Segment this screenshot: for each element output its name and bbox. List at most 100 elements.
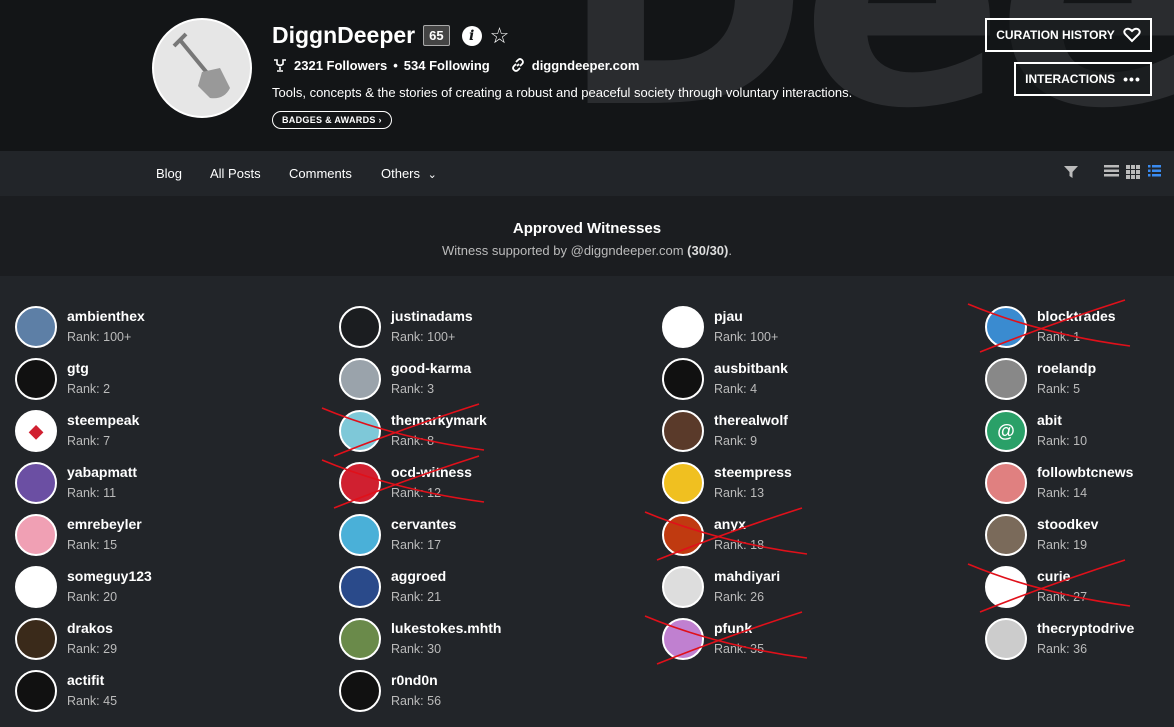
witness-name[interactable]: mahdiyari [714, 568, 780, 584]
witness-avatar[interactable] [339, 670, 381, 712]
witness-item[interactable]: mahdiyari Rank: 26 [662, 566, 780, 610]
witness-item[interactable]: anyx Rank: 18 [662, 514, 764, 558]
witness-item[interactable]: lukestokes.mhth Rank: 30 [339, 618, 501, 662]
witness-item[interactable]: @ abit Rank: 10 [985, 410, 1087, 454]
witness-name[interactable]: blocktrades [1037, 308, 1116, 324]
witness-item[interactable]: thecryptodrive Rank: 36 [985, 618, 1134, 662]
witness-name[interactable]: lukestokes.mhth [391, 620, 501, 636]
witness-name[interactable]: ausbitbank [714, 360, 788, 376]
witness-name[interactable]: emrebeyler [67, 516, 142, 532]
witness-avatar[interactable] [15, 358, 57, 400]
witness-item[interactable]: ambienthex Rank: 100+ [15, 306, 145, 350]
witness-avatar[interactable] [339, 306, 381, 348]
witness-item[interactable]: cervantes Rank: 17 [339, 514, 456, 558]
witness-item[interactable]: therealwolf Rank: 9 [662, 410, 788, 454]
witness-item[interactable]: curie Rank: 27 [985, 566, 1087, 610]
witness-avatar[interactable] [339, 410, 381, 452]
witness-item[interactable]: roelandp Rank: 5 [985, 358, 1096, 402]
witness-name[interactable]: r0nd0n [391, 672, 441, 688]
witness-avatar[interactable]: ◆ [15, 410, 57, 452]
interactions-button[interactable]: INTERACTIONS ••• [1014, 62, 1152, 96]
witness-avatar[interactable]: @ [985, 410, 1027, 452]
witness-avatar[interactable] [339, 566, 381, 608]
witness-name[interactable]: pjau [714, 308, 778, 324]
witness-avatar[interactable] [15, 670, 57, 712]
witness-name[interactable]: stoodkev [1037, 516, 1098, 532]
following-count[interactable]: 534 Following [404, 58, 490, 73]
witness-item[interactable]: followbtcnews Rank: 14 [985, 462, 1133, 506]
witness-name[interactable]: drakos [67, 620, 117, 636]
witness-avatar[interactable] [339, 618, 381, 660]
witness-avatar[interactable] [339, 462, 381, 504]
witness-item[interactable]: drakos Rank: 29 [15, 618, 117, 662]
witness-item[interactable]: actifit Rank: 45 [15, 670, 117, 714]
profile-avatar[interactable] [152, 18, 252, 118]
witness-avatar[interactable] [662, 306, 704, 348]
info-icon[interactable]: i [461, 25, 482, 46]
witness-avatar[interactable] [985, 566, 1027, 608]
filter-button[interactable] [1063, 165, 1079, 179]
grid-view-button[interactable] [1126, 165, 1140, 179]
witness-avatar[interactable] [985, 462, 1027, 504]
website-link[interactable]: diggndeeper.com [510, 57, 639, 73]
witness-item[interactable]: emrebeyler Rank: 15 [15, 514, 142, 558]
tab-blog[interactable]: Blog [156, 166, 182, 181]
witness-avatar[interactable] [985, 358, 1027, 400]
witness-item[interactable]: themarkymark Rank: 8 [339, 410, 487, 454]
tab-all-posts[interactable]: All Posts [210, 166, 261, 181]
witness-item[interactable]: aggroed Rank: 21 [339, 566, 446, 610]
witness-name[interactable]: thecryptodrive [1037, 620, 1134, 636]
badges-awards-button[interactable]: BADGES & AWARDS › [272, 111, 392, 129]
witness-avatar[interactable] [15, 618, 57, 660]
witness-name[interactable]: someguy123 [67, 568, 152, 584]
witness-avatar[interactable] [662, 618, 704, 660]
witness-item[interactable]: stoodkev Rank: 19 [985, 514, 1098, 558]
witness-item[interactable]: gtg Rank: 2 [15, 358, 110, 402]
witness-avatar[interactable] [662, 462, 704, 504]
witness-name[interactable]: yabapmatt [67, 464, 137, 480]
witness-item[interactable]: good-karma Rank: 3 [339, 358, 471, 402]
witness-name[interactable]: pfunk [714, 620, 764, 636]
witness-name[interactable]: actifit [67, 672, 117, 688]
witness-item[interactable]: someguy123 Rank: 20 [15, 566, 152, 610]
witness-name[interactable]: curie [1037, 568, 1087, 584]
witness-avatar[interactable] [985, 618, 1027, 660]
list-view-button[interactable] [1104, 165, 1119, 177]
witness-avatar[interactable] [662, 514, 704, 556]
witness-name[interactable]: cervantes [391, 516, 456, 532]
witness-avatar[interactable] [15, 566, 57, 608]
witness-avatar[interactable] [15, 462, 57, 504]
witness-name[interactable]: justinadams [391, 308, 473, 324]
tab-others[interactable]: Others ⌄ [381, 166, 437, 181]
witness-name[interactable]: anyx [714, 516, 764, 532]
witness-name[interactable]: abit [1037, 412, 1087, 428]
witness-item[interactable]: pfunk Rank: 35 [662, 618, 764, 662]
witness-item[interactable]: steempress Rank: 13 [662, 462, 792, 506]
witness-item[interactable]: yabapmatt Rank: 11 [15, 462, 137, 506]
witness-avatar[interactable] [662, 410, 704, 452]
witness-item[interactable]: pjau Rank: 100+ [662, 306, 778, 350]
witness-name[interactable]: roelandp [1037, 360, 1096, 376]
witness-avatar[interactable] [339, 358, 381, 400]
followers-count[interactable]: 2321 Followers [294, 58, 387, 73]
witness-name[interactable]: followbtcnews [1037, 464, 1133, 480]
witness-name[interactable]: gtg [67, 360, 110, 376]
witness-name[interactable]: ocd-witness [391, 464, 472, 480]
witness-item[interactable]: ausbitbank Rank: 4 [662, 358, 788, 402]
witness-avatar[interactable] [985, 514, 1027, 556]
witness-avatar[interactable] [662, 358, 704, 400]
witness-name[interactable]: steempeak [67, 412, 139, 428]
witness-item[interactable]: justinadams Rank: 100+ [339, 306, 473, 350]
witness-avatar[interactable] [662, 566, 704, 608]
witness-name[interactable]: therealwolf [714, 412, 788, 428]
witness-item[interactable]: r0nd0n Rank: 56 [339, 670, 441, 714]
witness-avatar[interactable] [985, 306, 1027, 348]
tab-comments[interactable]: Comments [289, 166, 352, 181]
witness-avatar[interactable] [339, 514, 381, 556]
compact-view-button[interactable] [1148, 165, 1161, 177]
witness-item[interactable]: ocd-witness Rank: 12 [339, 462, 472, 506]
witness-name[interactable]: aggroed [391, 568, 446, 584]
witness-avatar[interactable] [15, 514, 57, 556]
witness-name[interactable]: themarkymark [391, 412, 487, 428]
witness-name[interactable]: steempress [714, 464, 792, 480]
